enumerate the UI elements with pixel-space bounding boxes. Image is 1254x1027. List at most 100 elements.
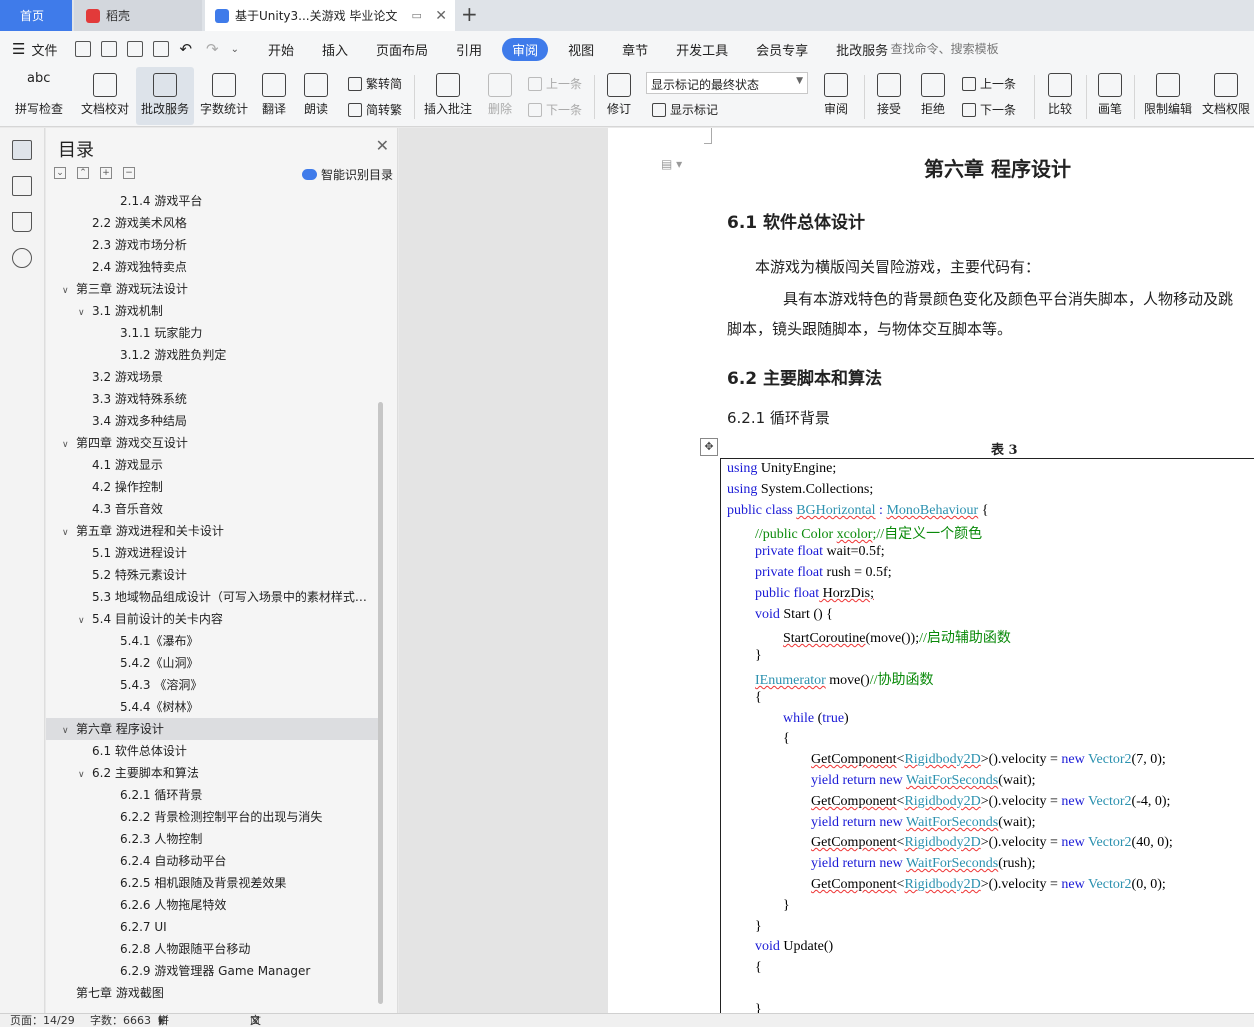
tab-document[interactable]: 基于Unity3...关游戏 毕业论文 ▭ ✕ bbox=[205, 0, 455, 31]
toc-item[interactable]: 6.2.5 相机跟随及背景视差效果 bbox=[46, 872, 381, 894]
expand-icon[interactable]: ⌃ bbox=[77, 167, 89, 179]
review-pane-button[interactable]: 审阅 bbox=[816, 67, 856, 125]
spell-check-button[interactable]: abc 拼写检查 bbox=[8, 67, 70, 125]
search-icon[interactable] bbox=[12, 248, 32, 268]
toc-item[interactable]: 3.1.2 游戏胜负判定 bbox=[46, 344, 381, 366]
toc-item[interactable]: 5.1 游戏进程设计 bbox=[46, 542, 381, 564]
track-changes-button[interactable]: 修订 bbox=[600, 67, 638, 125]
accept-button[interactable]: 接受 bbox=[870, 67, 908, 125]
toc-item[interactable]: ∨ 第三章 游戏玩法设计 bbox=[46, 278, 381, 300]
reject-button[interactable]: 拒绝 bbox=[914, 67, 952, 125]
menu-tab-6[interactable]: 章节 bbox=[622, 38, 648, 61]
command-search[interactable]: ⌕ 查找命令、搜索模板 bbox=[880, 40, 999, 57]
save-icon[interactable] bbox=[75, 41, 92, 57]
word-count-indicator[interactable]: 字数：6663 bbox=[90, 1014, 151, 1027]
document-page[interactable]: 第六章 程序设计 6.1 软件总体设计 本游戏为横版闯关冒险游戏，主要代码有： … bbox=[608, 128, 1254, 1013]
document-permission-button[interactable]: 文档权限 bbox=[1198, 67, 1254, 125]
toc-item[interactable]: 6.1 软件总体设计 bbox=[46, 740, 381, 762]
toc-panel-icon[interactable] bbox=[12, 140, 32, 160]
toc-item[interactable]: 6.2.8 人物跟随平台移动 bbox=[46, 938, 381, 960]
translate-button[interactable]: 翻译 bbox=[254, 67, 294, 125]
preview-icon[interactable] bbox=[153, 41, 170, 57]
toc-item[interactable]: 2.4 游戏独特卖点 bbox=[46, 256, 381, 278]
remove-heading-icon[interactable]: − bbox=[123, 167, 135, 179]
toc-item[interactable]: 4.2 操作控制 bbox=[46, 476, 381, 498]
add-heading-icon[interactable]: + bbox=[100, 167, 112, 179]
toc-item[interactable]: 5.4.2《山洞》 bbox=[46, 652, 381, 674]
file-menu[interactable]: 文件 bbox=[31, 40, 57, 59]
quick-access-dropdown-icon[interactable]: ⌄ bbox=[231, 44, 239, 55]
tab-daoke[interactable]: 稻壳 bbox=[74, 0, 202, 31]
toc-item[interactable]: 2.3 游戏市场分析 bbox=[46, 234, 381, 256]
toc-item[interactable]: 3.2 游戏场景 bbox=[46, 366, 381, 388]
menu-tab-3[interactable]: 引用 bbox=[456, 38, 482, 61]
page-indicator[interactable]: 页面：14/29 bbox=[10, 1014, 75, 1027]
insert-comment-button[interactable]: 插入批注 bbox=[420, 67, 476, 125]
toc-item[interactable]: 2.1.4 游戏平台 bbox=[46, 190, 381, 212]
toc-item[interactable]: ∨ 第四章 游戏交互设计 bbox=[46, 432, 381, 454]
next-comment-button[interactable]: 下一条 bbox=[528, 101, 582, 118]
spell-check-status[interactable]: ☑拼写检查 ▾ bbox=[158, 1014, 169, 1027]
delete-comment-button[interactable]: 删除 bbox=[480, 67, 520, 125]
pen-button[interactable]: 画笔 bbox=[1092, 67, 1128, 125]
collapse-all-icon[interactable]: ⌄ bbox=[54, 167, 66, 179]
toc-item[interactable]: 6.2.9 游戏管理器 Game Manager bbox=[46, 960, 381, 982]
menu-tab-8[interactable]: 会员专享 bbox=[756, 38, 808, 61]
undo-icon[interactable]: ↶ bbox=[179, 40, 192, 58]
bookmark-icon[interactable] bbox=[12, 212, 32, 232]
toc-item[interactable]: 5.3 地域物品组成设计（可写入场景中的素材样式… bbox=[46, 586, 381, 608]
toc-item[interactable]: 6.2.6 人物拖尾特效 bbox=[46, 894, 381, 916]
toc-item[interactable]: 3.4 游戏多种结局 bbox=[46, 410, 381, 432]
chevron-down-icon[interactable]: ∨ bbox=[78, 302, 92, 322]
toc-item[interactable]: 3.1.1 玩家能力 bbox=[46, 322, 381, 344]
close-icon[interactable]: ✕ bbox=[376, 136, 389, 155]
compare-button[interactable]: 比较 bbox=[1040, 67, 1080, 125]
menu-tab-0[interactable]: 开始 bbox=[268, 38, 294, 61]
export-icon[interactable] bbox=[101, 41, 118, 57]
new-tab-button[interactable]: + bbox=[461, 2, 478, 26]
toc-item[interactable]: 4.1 游戏显示 bbox=[46, 454, 381, 476]
toc-item[interactable]: 3.3 游戏特殊系统 bbox=[46, 388, 381, 410]
toc-item[interactable]: ∨ 3.1 游戏机制 bbox=[46, 300, 381, 322]
proofread-button[interactable]: 文档校对 bbox=[76, 67, 134, 125]
restrict-editing-button[interactable]: 限制编辑 bbox=[1140, 67, 1196, 125]
restore-icon[interactable]: ▭ bbox=[411, 9, 421, 22]
toc-item[interactable]: 5.2 特殊元素设计 bbox=[46, 564, 381, 586]
next-change-button[interactable]: 下一条 bbox=[962, 101, 1016, 118]
smart-toc-button[interactable]: 智能识别目录 bbox=[302, 166, 393, 183]
toc-item[interactable]: 6.2.3 人物控制 bbox=[46, 828, 381, 850]
toc-item[interactable]: 5.4.3 《溶洞》 bbox=[46, 674, 381, 696]
toc-item[interactable]: 第七章 游戏截图 bbox=[46, 982, 381, 1004]
markup-status-select[interactable]: 显示标记的最终状态 ▼ bbox=[646, 72, 808, 94]
document-view-icon[interactable]: ▤ ▾ bbox=[661, 157, 682, 171]
tab-home[interactable]: 首页 bbox=[0, 0, 72, 31]
prev-comment-button[interactable]: 上一条 bbox=[528, 75, 582, 92]
menu-tab-7[interactable]: 开发工具 bbox=[676, 38, 728, 61]
word-count-button[interactable]: 字数统计 bbox=[196, 67, 252, 125]
toc-item[interactable]: 5.4.1《瀑布》 bbox=[46, 630, 381, 652]
redo-icon[interactable]: ↷ bbox=[206, 40, 219, 58]
chevron-down-icon[interactable]: ∨ bbox=[78, 764, 92, 784]
simp-to-trad-button[interactable]: 简转繁 bbox=[348, 101, 402, 118]
correction-service-button[interactable]: 批改服务 bbox=[136, 67, 194, 125]
chevron-down-icon[interactable]: ∨ bbox=[78, 610, 92, 630]
close-icon[interactable]: ✕ bbox=[435, 8, 447, 24]
read-aloud-button[interactable]: 朗读 bbox=[298, 67, 334, 125]
toc-item[interactable]: 6.2.4 自动移动平台 bbox=[46, 850, 381, 872]
code-table[interactable]: using UnityEngine; using System.Collecti… bbox=[720, 458, 1254, 1013]
chevron-down-icon[interactable]: ∨ bbox=[62, 434, 76, 454]
menu-tab-4[interactable]: 审阅 bbox=[502, 37, 549, 61]
show-markup-button[interactable]: 显示标记 bbox=[652, 101, 718, 118]
toc-item[interactable]: 4.3 音乐音效 bbox=[46, 498, 381, 520]
toc-item[interactable]: ∨ 第六章 程序设计 bbox=[46, 718, 381, 740]
toc-item[interactable]: 2.2 游戏美术风格 bbox=[46, 212, 381, 234]
chevron-down-icon[interactable]: ∨ bbox=[62, 720, 76, 740]
toc-item[interactable]: ∨ 第五章 游戏进程和关卡设计 bbox=[46, 520, 381, 542]
menu-tab-1[interactable]: 插入 bbox=[322, 38, 348, 61]
chevron-down-icon[interactable]: ∨ bbox=[62, 280, 76, 300]
toc-scrollbar[interactable] bbox=[378, 402, 383, 1004]
toc-item[interactable]: 6.2.2 背景检测控制平台的出现与消失 bbox=[46, 806, 381, 828]
toc-item[interactable]: ∨ 6.2 主要脚本和算法 bbox=[46, 762, 381, 784]
toc-item[interactable]: 6.2.7 UI bbox=[46, 916, 381, 938]
prev-change-button[interactable]: 上一条 bbox=[962, 75, 1016, 92]
